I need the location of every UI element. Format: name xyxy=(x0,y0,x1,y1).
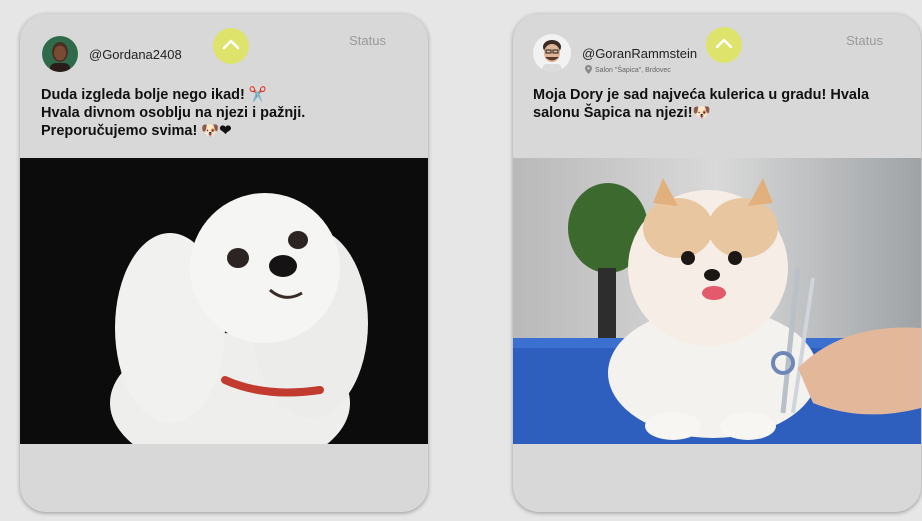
location-label: Salon "Šapica", Brdovec xyxy=(595,67,671,74)
chevron-up-icon xyxy=(715,36,733,54)
post-card: @GoranRammstein Salon "Šapica", Brdovec … xyxy=(513,14,921,512)
status-label: Status xyxy=(349,33,386,48)
scroll-up-button[interactable] xyxy=(706,27,742,63)
post-text: Duda izgleda bolje nego ikad! ✂️ Hvala d… xyxy=(41,86,416,140)
avatar[interactable] xyxy=(533,34,571,72)
username[interactable]: @Gordana2408 xyxy=(89,47,182,62)
post-text-line: salonu Šapica na njezi!🐶 xyxy=(533,105,711,121)
white-maltese-dog-photo xyxy=(20,158,428,444)
pomeranian-grooming-photo xyxy=(513,158,921,444)
avatar[interactable] xyxy=(42,36,78,72)
post-photo[interactable] xyxy=(20,158,428,444)
location[interactable]: Salon "Šapica", Brdovec xyxy=(585,65,671,76)
status-label: Status xyxy=(846,33,883,48)
username[interactable]: @GoranRammstein xyxy=(582,46,697,61)
scroll-up-button[interactable] xyxy=(213,28,249,64)
post-text-line: Duda izgleda bolje nego ikad! ✂️ xyxy=(41,87,267,103)
post-card: @Gordana2408 Status Duda izgleda bolje n… xyxy=(20,14,428,512)
post-text: Moja Dory je sad najveća kulerica u grad… xyxy=(533,86,908,122)
post-text-line: Hvala divnom osoblju na njezi i pažnji. xyxy=(41,105,306,121)
post-text-line: Preporučujemo svima! 🐶❤ xyxy=(41,123,232,139)
post-text-line: Moja Dory je sad najveća kulerica u grad… xyxy=(533,87,870,103)
post-photo[interactable] xyxy=(513,158,921,444)
location-pin-icon xyxy=(585,65,592,76)
chevron-up-icon xyxy=(222,37,240,55)
